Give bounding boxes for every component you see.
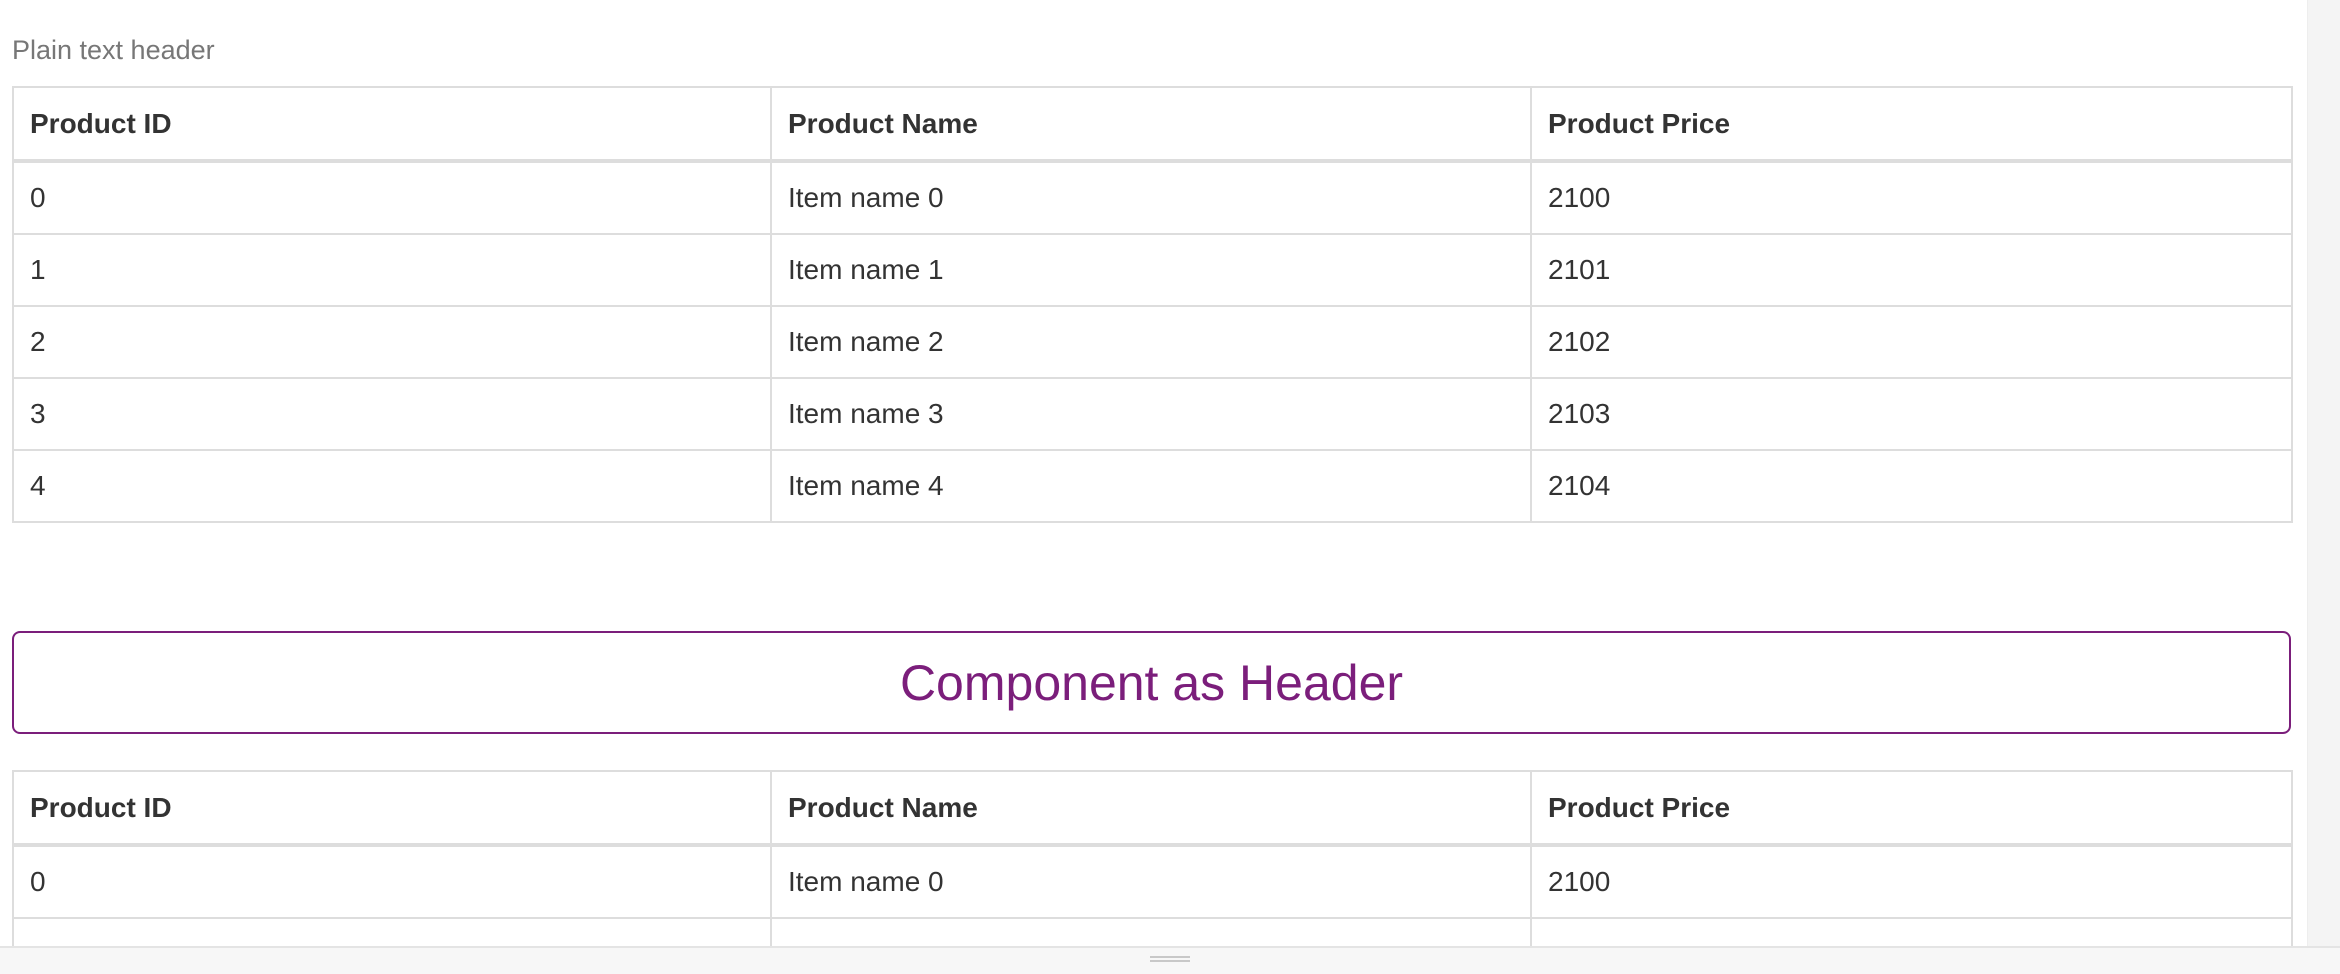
column-header-product-name[interactable]: Product Name	[770, 86, 1532, 163]
products-table-component-header: Product ID Product Name Product Price 0 …	[12, 770, 2293, 974]
cell-product-id: 0	[12, 160, 772, 235]
cell-product-id: 2	[12, 305, 772, 379]
bottom-panel	[0, 946, 2340, 974]
vertical-scrollbar[interactable]	[2307, 0, 2340, 974]
component-header-banner: Component as Header	[12, 631, 2291, 734]
column-header-product-name[interactable]: Product Name	[770, 770, 1532, 847]
cell-product-id: 3	[12, 377, 772, 451]
cell-product-name: Item name 0	[770, 160, 1532, 235]
table-header-row: Product ID Product Name Product Price	[12, 770, 2293, 847]
resize-handle-icon[interactable]	[1150, 956, 1190, 962]
plain-text-header: Plain text header	[12, 35, 215, 65]
cell-product-id: 0	[12, 844, 772, 919]
cell-product-name: Item name 3	[770, 377, 1532, 451]
cell-product-price: 2103	[1530, 377, 2293, 451]
table-row[interactable]: 0 Item name 0 2100	[12, 160, 2293, 235]
cell-product-id: 4	[12, 449, 772, 523]
page: Plain text header Product ID Product Nam…	[0, 0, 2340, 974]
cell-product-price: 2102	[1530, 305, 2293, 379]
table-row[interactable]: 0 Item name 0 2100	[12, 844, 2293, 919]
column-header-product-id[interactable]: Product ID	[12, 86, 772, 163]
table-row[interactable]: 2 Item name 2 2102	[12, 305, 2293, 379]
table-row[interactable]: 4 Item name 4 2104	[12, 449, 2293, 523]
cell-product-name: Item name 2	[770, 305, 1532, 379]
cell-product-id: 1	[12, 233, 772, 307]
cell-product-name: Item name 0	[770, 844, 1532, 919]
table-header-row: Product ID Product Name Product Price	[12, 86, 2293, 163]
column-header-product-id[interactable]: Product ID	[12, 770, 772, 847]
column-header-product-price[interactable]: Product Price	[1530, 86, 2293, 163]
products-table-plain-header: Product ID Product Name Product Price 0 …	[12, 86, 2293, 523]
cell-product-name: Item name 1	[770, 233, 1532, 307]
cell-product-price: 2101	[1530, 233, 2293, 307]
column-header-product-price[interactable]: Product Price	[1530, 770, 2293, 847]
table-row[interactable]: 3 Item name 3 2103	[12, 377, 2293, 451]
cell-product-price: 2100	[1530, 844, 2293, 919]
cell-product-price: 2100	[1530, 160, 2293, 235]
component-header-title: Component as Header	[899, 654, 1404, 711]
table-row[interactable]: 1 Item name 1 2101	[12, 233, 2293, 307]
cell-product-name: Item name 4	[770, 449, 1532, 523]
cell-product-price: 2104	[1530, 449, 2293, 523]
